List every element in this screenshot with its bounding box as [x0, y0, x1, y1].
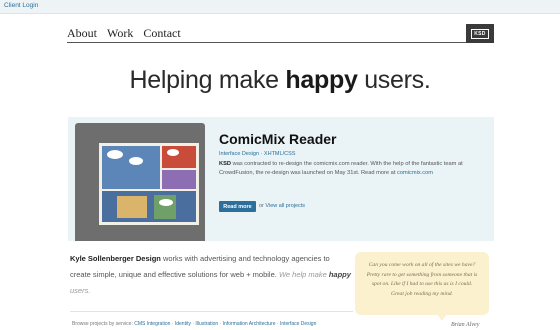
speech-bubble	[129, 157, 143, 165]
comic-panel	[162, 146, 196, 168]
desc-company: KSD	[219, 161, 232, 167]
section-divider	[70, 311, 353, 312]
comic-preview-image	[99, 143, 199, 225]
service-link[interactable]: Identity	[175, 321, 191, 327]
nav-contact[interactable]: Contact	[143, 26, 180, 40]
nav-about[interactable]: About	[67, 26, 97, 40]
intro-paragraph: Kyle Sollenberger Design works with adve…	[70, 251, 352, 299]
testimonial-tail	[437, 314, 447, 321]
project-title: ComicMix Reader	[219, 131, 337, 147]
hero-emphasis: happy	[285, 66, 358, 94]
hero-after: users.	[357, 66, 431, 94]
view-all-projects-link[interactable]: View all projects	[265, 203, 305, 209]
comic-panel	[162, 170, 196, 189]
tag-before: We help make	[278, 270, 329, 279]
intro-name: Kyle Sollenberger Design	[70, 254, 161, 263]
browse-label: Browse projects by service:	[72, 321, 133, 327]
project-screenshot[interactable]	[75, 123, 205, 241]
read-more-button[interactable]: Read more	[219, 201, 256, 212]
service-link[interactable]: CMS Integration	[134, 321, 170, 327]
service-link[interactable]: Illustration	[195, 321, 218, 327]
tag-emphasis: happy	[328, 270, 351, 279]
main-nav: About Work Contact	[67, 26, 191, 41]
browse-by-service: Browse projects by service: CMS Integrat…	[72, 321, 317, 327]
desc-link[interactable]: comicmix.com	[397, 170, 433, 176]
project-tags[interactable]: Interface Design · XHTML/CSS	[219, 151, 295, 157]
testimonial-author: Brian Alvey	[451, 322, 480, 328]
ksd-logo[interactable]: KSD	[466, 24, 494, 43]
service-link[interactable]: Information Architecture	[223, 321, 276, 327]
speech-bubble	[107, 150, 123, 159]
speech-bubble	[167, 149, 179, 156]
view-all-text: or View all projects	[259, 203, 305, 209]
testimonial-quote: Can you come work on all of the sites we…	[366, 262, 478, 297]
service-link[interactable]: Interface Design	[280, 321, 316, 327]
nav-work[interactable]: Work	[107, 26, 133, 40]
testimonial-bubble: Can you come work on all of the sites we…	[355, 252, 489, 315]
hero-headline: Helping make happy users.	[0, 66, 560, 95]
tag-after: users.	[70, 286, 91, 295]
hero-before: Helping make	[129, 66, 286, 94]
client-login-link[interactable]: Client Login	[4, 2, 38, 9]
top-utility-bar: Client Login	[0, 0, 560, 14]
project-description: KSD was contracted to re-design the comi…	[219, 160, 491, 177]
comic-panel	[117, 196, 147, 218]
speech-bubble	[159, 199, 173, 206]
nav-divider	[67, 42, 494, 43]
logo-text: KSD	[471, 28, 489, 39]
